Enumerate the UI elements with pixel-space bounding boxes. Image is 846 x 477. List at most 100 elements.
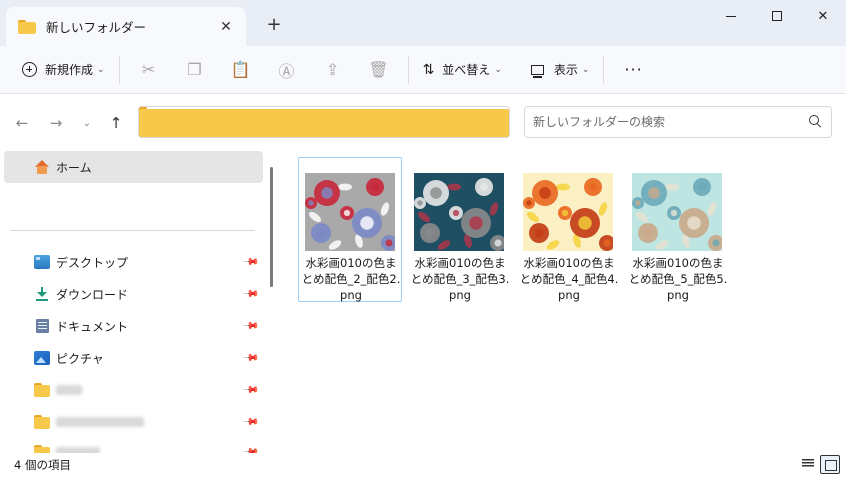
- arrow-right-icon: →: [49, 114, 63, 132]
- file-name: 水彩画010の色まとめ配色_4_配色4.png: [519, 256, 619, 302]
- pin-icon[interactable]: 📌: [240, 441, 262, 453]
- file-item[interactable]: 水彩画010の色まとめ配色_2_配色2.png: [298, 157, 402, 302]
- plus-icon: [22, 62, 37, 77]
- sidebar-item-label: ダウンロード: [56, 287, 129, 302]
- close-window-button[interactable]: ✕: [800, 0, 846, 32]
- address-row: ← → ⌄ ↑ › 新しいフォルダー ⌄ ↻: [0, 95, 846, 149]
- delete-button[interactable]: 🗑: [356, 53, 402, 87]
- large-icons-view-icon[interactable]: [820, 455, 840, 474]
- search-icon[interactable]: [809, 115, 821, 127]
- file-item[interactable]: 水彩画010の色まとめ配色_4_配色4.png: [516, 157, 620, 302]
- cut-button[interactable]: ✂: [126, 53, 172, 87]
- sidebar-item-label: ドキュメント: [56, 319, 129, 334]
- search-box[interactable]: [524, 106, 832, 138]
- folder-icon: [34, 415, 50, 429]
- file-list: 水彩画010の色まとめ配色_2_配色2.png 水彩画010の色まとめ配色_3_…: [280, 149, 846, 453]
- sort-button[interactable]: ⇅ 並べ替え ⌄: [415, 53, 510, 87]
- sidebar-item-documents[interactable]: ドキュメント 📌: [4, 311, 263, 341]
- view-icon: [530, 64, 544, 78]
- rename-button[interactable]: Ⓐ: [264, 53, 310, 87]
- pin-icon[interactable]: 📌: [240, 411, 262, 433]
- new-button[interactable]: 新規作成 ⌄: [14, 53, 113, 87]
- details-view-icon[interactable]: [800, 457, 816, 471]
- file-name: 水彩画010の色まとめ配色_2_配色2.png: [301, 256, 401, 302]
- file-thumbnail: [305, 173, 395, 251]
- file-item[interactable]: 水彩画010の色まとめ配色_3_配色3.png: [407, 157, 511, 302]
- sidebar-item-folder[interactable]: 📌: [4, 437, 263, 453]
- folder-icon: [34, 445, 50, 453]
- forward-button[interactable]: →: [43, 112, 69, 134]
- rename-icon: Ⓐ: [278, 61, 295, 81]
- recent-locations-button[interactable]: ⌄: [74, 112, 100, 134]
- folder-icon: [147, 116, 164, 129]
- sort-button-label: 並べ替え: [442, 63, 491, 77]
- file-thumbnail: [632, 173, 722, 251]
- pattern-image: [632, 173, 722, 251]
- pin-icon[interactable]: 📌: [240, 251, 262, 273]
- pin-icon[interactable]: 📌: [240, 379, 262, 401]
- view-button[interactable]: 表示 ⌄: [523, 53, 598, 87]
- pin-icon[interactable]: 📌: [240, 283, 262, 305]
- maximize-icon: [772, 11, 782, 21]
- folder-icon: [34, 383, 50, 397]
- item-count: 4 個の項目: [14, 458, 71, 472]
- more-options-button[interactable]: ···: [610, 60, 656, 79]
- copy-icon: ❐: [187, 60, 202, 79]
- status-bar: 4 個の項目: [0, 453, 846, 477]
- toolbar-divider: [407, 55, 409, 84]
- arrow-up-icon: ↑: [109, 114, 123, 132]
- file-name: 水彩画010の色まとめ配色_5_配色5.png: [628, 256, 728, 302]
- share-button[interactable]: ⇪: [310, 53, 356, 87]
- tab-title: 新しいフォルダー: [46, 20, 147, 35]
- address-bar[interactable]: › 新しいフォルダー ⌄ ↻: [138, 106, 510, 138]
- documents-icon: [36, 319, 49, 333]
- new-button-label: 新規作成: [45, 63, 94, 77]
- delete-icon: 🗑: [368, 60, 389, 79]
- share-icon: ⇪: [325, 60, 340, 79]
- paste-button[interactable]: 📋: [218, 53, 264, 87]
- sidebar-item-folder[interactable]: 📌: [4, 407, 263, 437]
- cut-icon: ✂: [141, 60, 156, 79]
- minimize-button[interactable]: [708, 0, 754, 32]
- sidebar-scrollbar[interactable]: [270, 167, 273, 287]
- pin-icon[interactable]: 📌: [240, 315, 262, 337]
- view-button-label: 表示: [553, 63, 578, 77]
- back-button[interactable]: ←: [9, 112, 35, 134]
- paste-icon: 📋: [230, 60, 251, 79]
- home-icon: [34, 160, 50, 174]
- pattern-image: [414, 173, 504, 251]
- sidebar-item-pictures[interactable]: ピクチャ 📌: [4, 343, 263, 373]
- tab-current-folder[interactable]: 新しいフォルダー ✕: [6, 7, 246, 46]
- sidebar-item-label: ピクチャ: [56, 351, 104, 366]
- arrow-left-icon: ←: [15, 114, 29, 132]
- title-bar: 新しいフォルダー ✕ + ✕: [0, 0, 846, 46]
- sidebar-item-desktop[interactable]: デスクトップ 📌: [4, 247, 263, 277]
- pattern-image: [305, 173, 395, 251]
- file-thumbnail: [414, 173, 504, 251]
- file-thumbnail: [523, 173, 613, 251]
- command-bar: 新規作成 ⌄ ✂ ❐ 📋 Ⓐ ⇪ 🗑 ⇅ 並べ替え ⌄ 表示 ⌄ ···: [0, 46, 846, 94]
- pin-icon[interactable]: 📌: [240, 347, 262, 369]
- sidebar-item-label-blurred: [56, 385, 241, 395]
- copy-button[interactable]: ❐: [172, 53, 218, 87]
- sidebar-item-label: ホーム: [56, 160, 92, 175]
- sidebar-item-downloads[interactable]: ダウンロード 📌: [4, 279, 263, 309]
- file-item[interactable]: 水彩画010の色まとめ配色_5_配色5.png: [625, 157, 729, 302]
- desktop-icon: [34, 255, 50, 269]
- new-tab-button[interactable]: +: [262, 12, 286, 36]
- sort-icon: ⇅: [422, 61, 435, 78]
- chevron-down-icon: ⌄: [82, 117, 92, 129]
- toolbar-divider: [603, 55, 605, 84]
- sidebar-item-label-blurred: [56, 417, 241, 427]
- chevron-down-icon: ⌄: [494, 64, 502, 75]
- up-button[interactable]: ↑: [103, 112, 129, 134]
- search-input[interactable]: [533, 113, 793, 131]
- download-icon: [34, 287, 50, 301]
- sidebar-item-folder[interactable]: 📌: [4, 375, 263, 405]
- minimize-icon: [726, 15, 736, 17]
- close-tab-icon[interactable]: ✕: [214, 15, 238, 39]
- maximize-button[interactable]: [754, 0, 800, 32]
- file-name: 水彩画010の色まとめ配色_3_配色3.png: [410, 256, 510, 302]
- sidebar-item-home[interactable]: ホーム: [4, 151, 263, 183]
- sidebar-item-label: デスクトップ: [56, 255, 129, 270]
